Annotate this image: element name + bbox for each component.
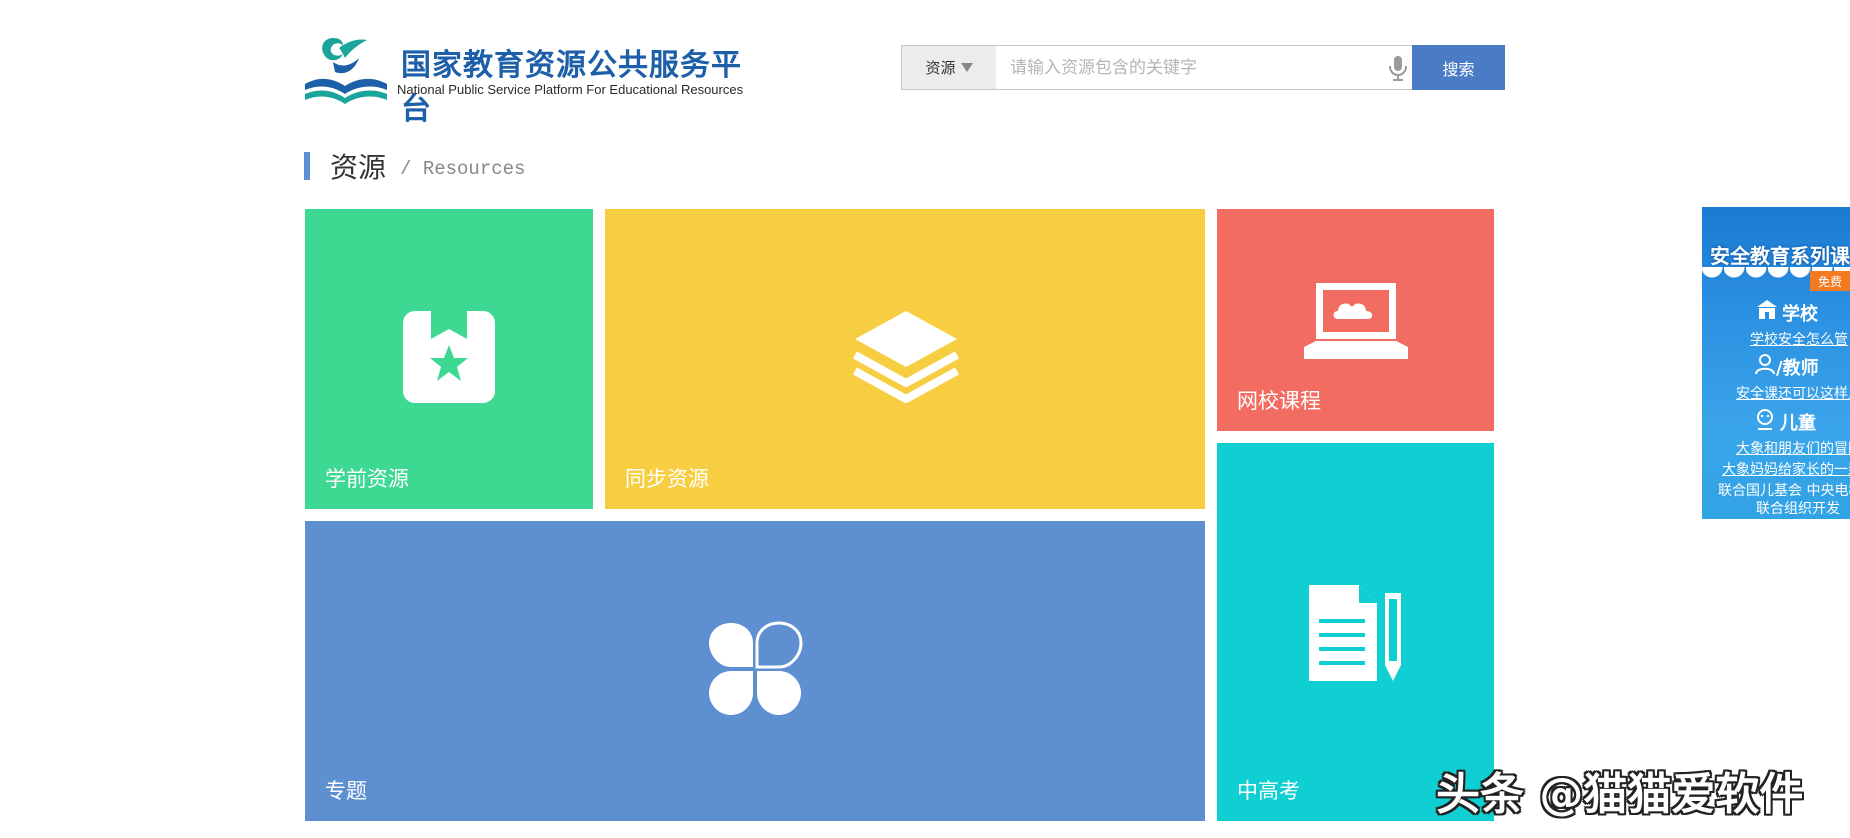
- tile-topic-label: 专题: [325, 779, 367, 803]
- ad-teacher-link[interactable]: 安全课还可以这样上: [1736, 383, 1850, 403]
- logo-book-icon: [305, 38, 387, 104]
- logo-title-en: National Public Service Platform For Edu…: [397, 82, 744, 97]
- ad-child-link-2[interactable]: 大象妈妈给家长的一封信: [1722, 459, 1850, 479]
- ad-child-link-1[interactable]: 大象和朋友们的冒险: [1736, 438, 1850, 458]
- tile-exam-label: 中高考: [1237, 779, 1300, 803]
- tile-topics[interactable]: 专题: [305, 521, 1205, 821]
- laptop-cloud-icon: [1304, 283, 1408, 359]
- child-icon: [1757, 409, 1773, 430]
- teacher-icon: [1755, 354, 1775, 375]
- clover-icon: [709, 621, 803, 715]
- tile-online-courses[interactable]: 网校课程: [1217, 209, 1494, 431]
- page: 国家教育资源公共服务平台 National Public Service Pla…: [0, 0, 1850, 838]
- section-title-en: / Resources: [400, 158, 526, 180]
- site-logo[interactable]: 国家教育资源公共服务平台 National Public Service Pla…: [303, 32, 763, 127]
- ad-child-label: 儿童: [1780, 413, 1816, 434]
- section-heading: 资源 / Resources: [304, 150, 526, 184]
- section-accent-bar: [304, 152, 310, 180]
- bookmark-star-icon: [403, 311, 495, 403]
- ad-school-label: 学校: [1782, 304, 1818, 325]
- ad-teacher-label: /教师: [1776, 358, 1819, 379]
- search-type-label: 资源: [925, 60, 956, 77]
- document-pencil-icon: [1309, 585, 1401, 681]
- layers-icon: [853, 311, 959, 403]
- ad-school-link[interactable]: 学校安全怎么管: [1750, 329, 1848, 349]
- search-bar: 资源 搜索: [901, 45, 1505, 90]
- side-ad-banner[interactable]: 安全教育系列课 免费 学校 学校安全怎么管 /教师 安全课还可以这样上 儿童 大…: [1702, 207, 1850, 519]
- search-input[interactable]: [996, 45, 1427, 90]
- school-icon: [1757, 300, 1777, 319]
- ad-footer-line-2: 联合组织开发: [1756, 501, 1840, 517]
- search-type-dropdown[interactable]: 资源: [901, 45, 997, 90]
- tile-online-label: 网校课程: [1237, 389, 1321, 413]
- tile-preschool-label: 学前资源: [325, 467, 409, 491]
- tile-sync-resources[interactable]: 同步资源: [605, 209, 1205, 509]
- tile-sync-label: 同步资源: [625, 467, 709, 491]
- section-title-cn: 资源: [330, 151, 387, 184]
- microphone-icon[interactable]: [1387, 55, 1409, 81]
- caret-down-icon: [960, 63, 973, 72]
- ad-title: 安全教育系列课: [1710, 244, 1850, 268]
- ad-footer-line-1: 联合国儿基会 中央电教馆: [1718, 483, 1850, 499]
- ad-free-badge: 免费: [1810, 271, 1850, 291]
- tile-exam-prep[interactable]: 中高考: [1217, 443, 1494, 821]
- search-button[interactable]: 搜索: [1412, 45, 1505, 90]
- tile-preschool-resources[interactable]: 学前资源: [305, 209, 593, 509]
